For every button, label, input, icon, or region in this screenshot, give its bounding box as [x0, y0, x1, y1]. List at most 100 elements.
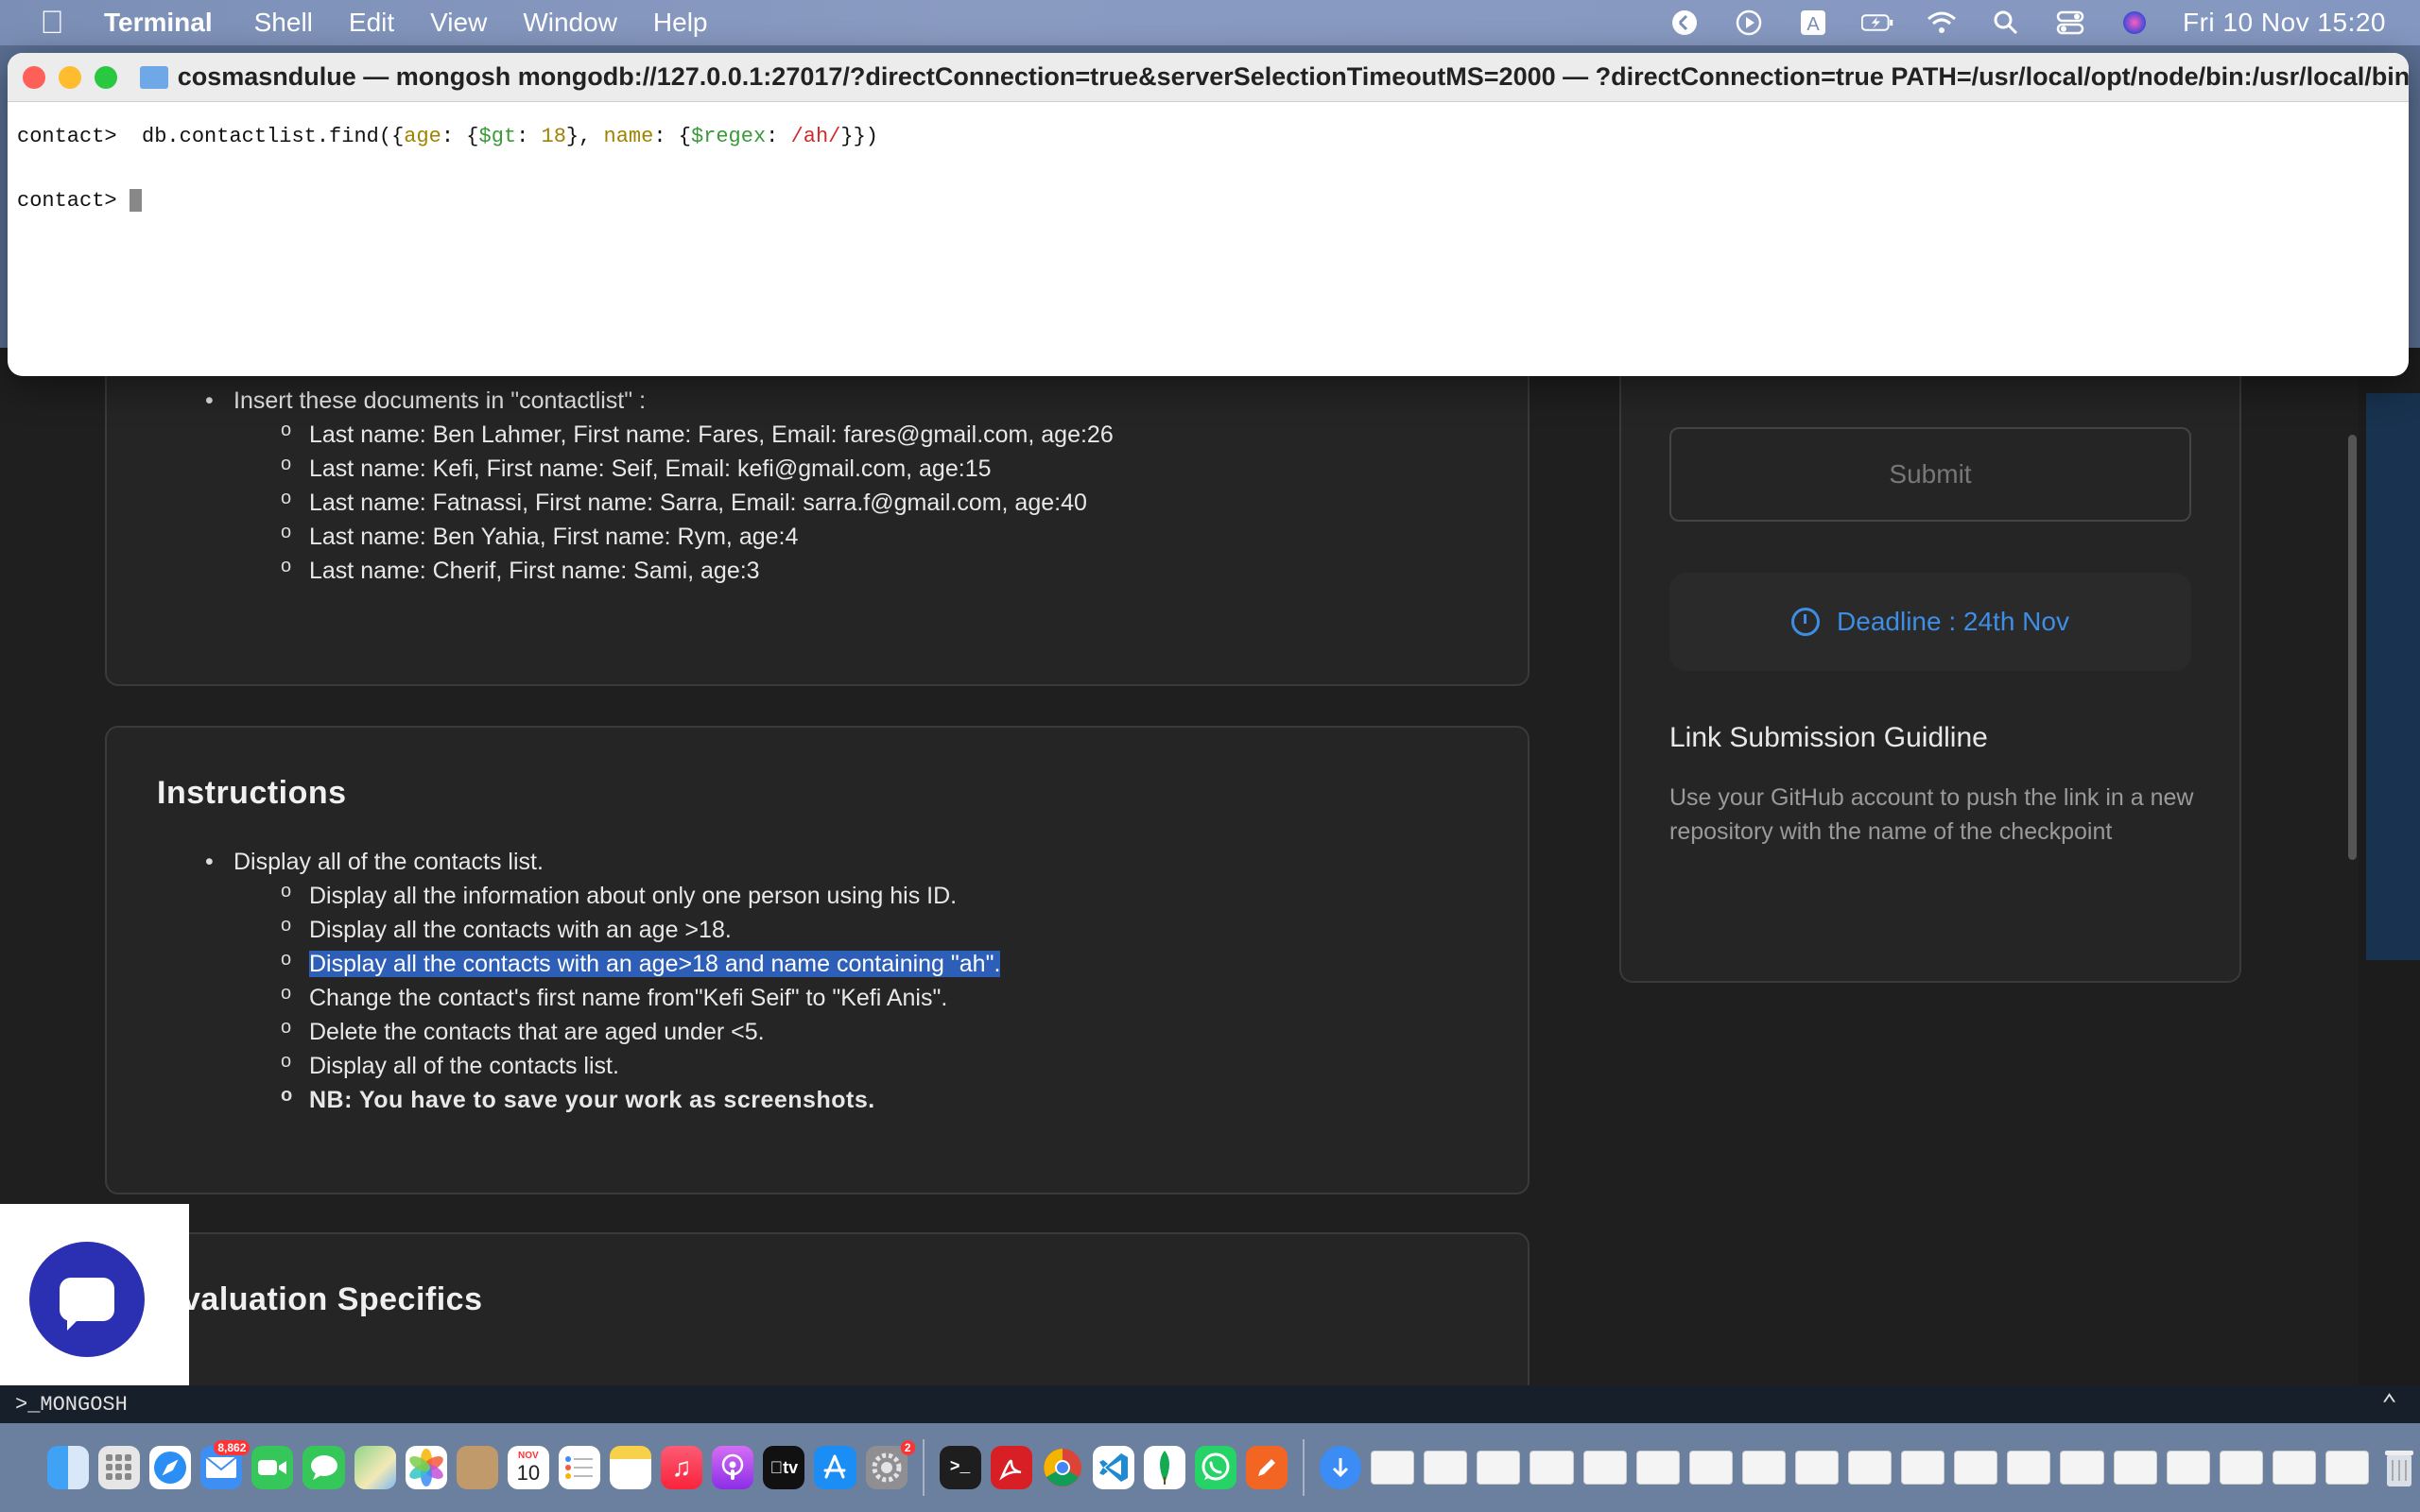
- bluetooth-app-icon[interactable]: [1668, 9, 1701, 37]
- terminal-cursor: [129, 189, 142, 213]
- menu-bar:  Terminal Shell Edit View Window Help A…: [0, 0, 2420, 45]
- zoom-button[interactable]: [95, 65, 117, 89]
- instructions-card: Instructions Display all of the contacts…: [105, 726, 1530, 1194]
- siri-icon[interactable]: [2118, 9, 2151, 37]
- menubar-clock[interactable]: Fri 10 Nov 15:20: [2183, 8, 2386, 38]
- minimized-window-thumbnail[interactable]: [1954, 1451, 1998, 1485]
- terminal-title: cosmasndulue — mongosh mongodb://127.0.0…: [177, 62, 2409, 91]
- finder-icon[interactable]: [47, 1446, 90, 1489]
- instruction-item: Change the contact's first name from"Kef…: [281, 983, 1000, 1019]
- instructions-title: Instructions: [157, 775, 347, 811]
- terminal-window[interactable]: cosmasndulue — mongosh mongodb://127.0.0…: [8, 53, 2409, 376]
- minimized-window-thumbnail[interactable]: [2060, 1451, 2104, 1485]
- settings-badge: 2: [900, 1440, 915, 1455]
- chevron-up-icon[interactable]: ⌃: [2381, 1388, 2397, 1421]
- minimized-window-thumbnail[interactable]: [2219, 1451, 2263, 1485]
- input-source-icon[interactable]: A: [1797, 9, 1829, 37]
- minimized-window-thumbnail[interactable]: [1530, 1451, 1574, 1485]
- minimized-window-thumbnail[interactable]: [2166, 1451, 2210, 1485]
- terminal-app-icon[interactable]: >_: [939, 1446, 981, 1489]
- minimized-window-thumbnail[interactable]: [1371, 1451, 1415, 1485]
- launchpad-icon[interactable]: [98, 1446, 141, 1489]
- mongodb-compass-icon[interactable]: [1143, 1446, 1185, 1489]
- instruction-main: Display all of the contacts list.: [205, 849, 544, 883]
- setup-item: Insert these documents in "contactlist" …: [205, 387, 646, 421]
- folder-icon: [140, 65, 168, 89]
- menu-app-terminal[interactable]: Terminal: [104, 8, 213, 38]
- safari-icon[interactable]: [149, 1446, 192, 1489]
- photos-icon[interactable]: [405, 1446, 447, 1489]
- pencil-app-icon[interactable]: [1246, 1446, 1288, 1489]
- page-scrollbar[interactable]: [2348, 435, 2357, 860]
- whatsapp-icon[interactable]: [1194, 1446, 1237, 1489]
- facetime-icon[interactable]: [251, 1446, 294, 1489]
- wifi-icon[interactable]: [1926, 9, 1958, 37]
- minimized-window-thumbnail[interactable]: [1477, 1451, 1521, 1485]
- trash-icon[interactable]: [2378, 1446, 2420, 1489]
- dock-separator: [1303, 1439, 1305, 1496]
- minimized-window-thumbnail[interactable]: [1635, 1451, 1680, 1485]
- evaluation-title: valuation Specifics: [182, 1281, 483, 1317]
- music-icon[interactable]: ♫: [661, 1446, 703, 1489]
- system-settings-icon[interactable]: 2: [865, 1440, 915, 1489]
- minimized-window-thumbnail[interactable]: [2113, 1451, 2157, 1485]
- battery-icon[interactable]: [1861, 9, 1893, 37]
- menu-edit[interactable]: Edit: [349, 8, 394, 38]
- chat-button[interactable]: [29, 1242, 145, 1357]
- calendar-icon[interactable]: NOV 10: [507, 1446, 549, 1489]
- instruction-item-selected: Display all the contacts with an age>18 …: [281, 949, 1001, 985]
- browser-page: Create a collection called "contactlist"…: [0, 348, 2359, 1385]
- control-center-icon[interactable]: [2054, 9, 2086, 37]
- minimized-window-thumbnail[interactable]: [1901, 1451, 1945, 1485]
- menu-shell[interactable]: Shell: [254, 8, 313, 38]
- evaluation-card: valuation Specifics: [105, 1232, 1530, 1385]
- terminal-command-line: contact> db.contactlist.find({age: {$gt:…: [17, 125, 878, 148]
- spotlight-search-icon[interactable]: [1990, 9, 2022, 37]
- minimized-window-thumbnail[interactable]: [2325, 1451, 2369, 1485]
- dock-separator: [922, 1439, 925, 1496]
- apple-tv-icon[interactable]: tv: [763, 1446, 805, 1489]
- minimized-window-thumbnail[interactable]: [1848, 1451, 1893, 1485]
- terminal-content[interactable]: contact> db.contactlist.find({age: {$gt:…: [8, 102, 2409, 236]
- mongosh-bar: >_MONGOSH ⌃: [0, 1385, 2420, 1423]
- messages-icon[interactable]: [302, 1446, 345, 1489]
- chat-widget: [0, 1204, 189, 1385]
- menu-view[interactable]: View: [430, 8, 487, 38]
- terminal-titlebar[interactable]: cosmasndulue — mongosh mongodb://127.0.0…: [8, 53, 2409, 102]
- guideline-body: Use your GitHub account to push the link…: [1669, 784, 2194, 845]
- dock: 8,862 NOV 10 ♫ tv 2 >_: [0, 1423, 2420, 1512]
- clock-icon: [1791, 608, 1821, 636]
- mail-icon[interactable]: 8,862: [200, 1440, 251, 1489]
- document-item: Last name: Kefi, First name: Seif, Email…: [281, 454, 1114, 490]
- calendar-month: NOV: [518, 1450, 539, 1461]
- minimized-window-thumbnail[interactable]: [1794, 1451, 1840, 1485]
- close-button[interactable]: [23, 65, 45, 89]
- menu-window[interactable]: Window: [523, 8, 617, 38]
- reminders-icon[interactable]: [558, 1446, 601, 1489]
- minimized-window-thumbnail[interactable]: [1741, 1451, 1786, 1485]
- acrobat-icon[interactable]: [990, 1446, 1032, 1489]
- contacts-icon[interactable]: [456, 1446, 498, 1489]
- chrome-icon[interactable]: [1042, 1446, 1083, 1489]
- app-store-icon[interactable]: [814, 1446, 856, 1489]
- minimized-window-thumbnail[interactable]: [1582, 1451, 1627, 1485]
- svg-text:A: A: [1806, 14, 1820, 35]
- adjacent-window-edge: [2359, 348, 2420, 1385]
- apple-icon[interactable]: : [0, 5, 104, 42]
- menu-help[interactable]: Help: [653, 8, 708, 38]
- downloads-folder-icon[interactable]: [1320, 1446, 1362, 1489]
- play-icon[interactable]: [1733, 9, 1765, 37]
- minimized-window-thumbnail[interactable]: [2272, 1451, 2316, 1485]
- document-item: Last name: Cherif, First name: Sami, age…: [281, 556, 1114, 592]
- minimized-window-thumbnail[interactable]: [1424, 1451, 1468, 1485]
- maps-icon[interactable]: [354, 1446, 396, 1489]
- notes-icon[interactable]: [610, 1446, 652, 1489]
- vscode-icon[interactable]: [1092, 1446, 1134, 1489]
- minimize-button[interactable]: [59, 65, 81, 89]
- minimized-window-thumbnail[interactable]: [2007, 1451, 2051, 1485]
- podcasts-icon[interactable]: [712, 1446, 754, 1489]
- minimized-window-thumbnail[interactable]: [1688, 1451, 1733, 1485]
- setup-card: Create a collection called "contactlist"…: [105, 348, 1530, 686]
- submit-button[interactable]: Submit: [1669, 427, 2191, 522]
